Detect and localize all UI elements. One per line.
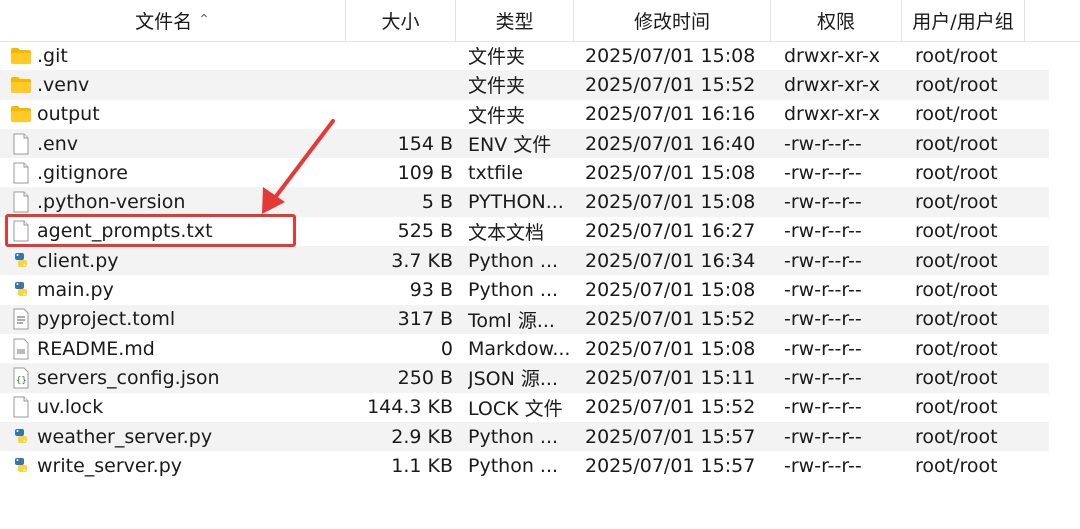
- annotation-arrow-icon: [262, 119, 335, 214]
